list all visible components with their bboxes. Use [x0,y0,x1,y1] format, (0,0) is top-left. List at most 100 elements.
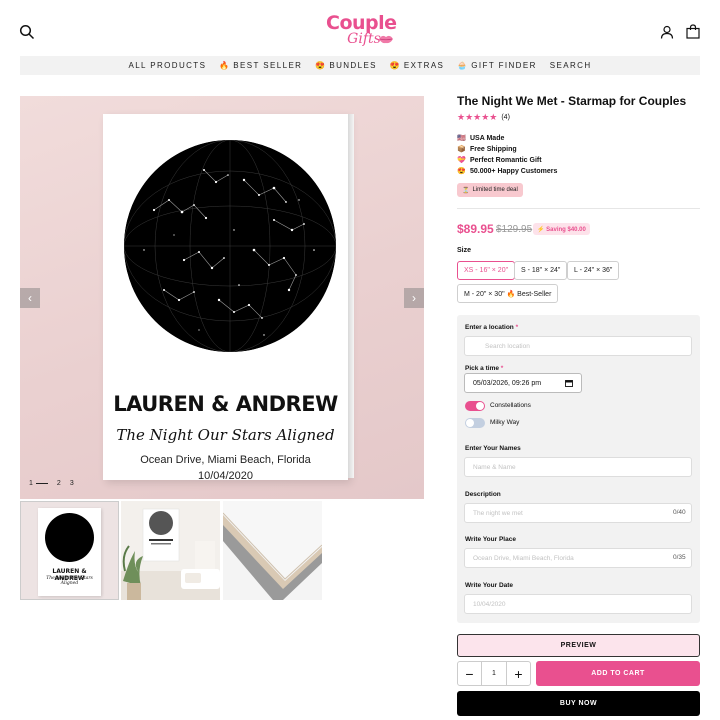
compare-price: $129.95 [496,224,533,235]
gift-heart-icon: 💝 [457,157,466,164]
size-option-l[interactable]: L - 24" × 36" [567,261,620,280]
milky-way-toggle[interactable] [465,418,485,428]
star-map-circle [124,140,336,352]
canvas-edge [348,114,354,478]
sale-price: $89.95 [457,222,494,236]
poster-names: LAUREN & ANDREW [113,392,338,416]
user-icon[interactable] [660,25,674,39]
hourglass-icon: ⏳ [462,187,470,194]
nav-item-extras[interactable]: 😍 EXTRAS [390,61,444,70]
image-pagination: 1 2 3 [29,480,74,487]
toggle-knob [476,402,484,410]
rating-stars-icon: ★★★★★ [457,112,498,122]
limited-deal-badge: ⏳ Limited time deal [457,183,523,197]
nav-item-gift-finder[interactable]: 🧁 GIFT FINDER [457,61,536,70]
feature-label: Free Shipping [470,145,517,153]
place-label: Write Your Place [465,536,516,543]
poster-place: Ocean Drive, Miami Beach, Florida [140,454,311,466]
review-count: (4) [501,113,510,121]
main-nav: ALL PRODUCTS 🔥 BEST SELLER 😍 BUNDLES 😍 E… [20,56,700,75]
quantity-value[interactable]: 1 [481,662,507,685]
page-dot-3[interactable]: 3 [70,480,74,487]
thumbnail-2[interactable] [121,501,220,600]
size-label: Size [457,247,472,254]
calendar-icon[interactable] [565,379,573,387]
thumb-poster-title: The Night Our Stars Aligned [46,576,93,586]
feature-free-shipping: 📦 Free Shipping [457,145,517,154]
heart-eyes-icon: 😍 [389,61,400,70]
nav-label: GIFT FINDER [471,61,537,70]
size-option-m[interactable]: M - 20" × 30" 🔥 Best-Seller [457,284,559,303]
lips-icon [379,35,393,44]
site-logo[interactable]: Couple Gifts [326,12,397,52]
feature-label: USA Made [470,134,505,142]
feature-label: 50.000+ Happy Customers [470,167,558,175]
personalization-form: Enter a location * Pick a time * 05/03/2… [457,315,700,623]
decrease-quantity-button[interactable]: − [458,662,481,685]
deal-label: Limited time deal [472,187,518,193]
size-option-xs[interactable]: XS - 16" × 20" [457,261,516,280]
toggle-knob [466,419,474,427]
location-search-input[interactable] [464,336,692,356]
required-mark: * [500,365,504,372]
page-dot-2[interactable]: 2 [57,480,61,487]
poster-date: 10/04/2020 [197,470,254,482]
feature-happy-customers: 😍 50.000+ Happy Customers [457,167,558,176]
description-label: Description [465,491,501,498]
place-input[interactable] [464,548,692,568]
thumbnail-3[interactable] [223,501,322,600]
fire-icon: 🔥 [219,61,230,70]
site-header: Couple Gifts [0,0,720,56]
cart-icon[interactable] [686,24,700,39]
location-label: Enter a location * [465,324,518,331]
search-icon[interactable] [19,24,35,40]
names-label: Enter Your Names [465,445,521,452]
feature-usa-made: 🇺🇸 USA Made [457,134,505,143]
description-counter: 0/40 [673,509,686,516]
feature-label: Perfect Romantic Gift [470,156,542,164]
product-title: The Night We Met - Starmap for Couples [457,94,687,108]
time-label: Pick a time * [465,365,503,372]
datetime-value: 05/03/2026, 09:26 pm [473,379,542,387]
us-flag-icon: 🇺🇸 [457,135,466,142]
size-option-s[interactable]: S - 18" × 24" [514,261,568,280]
date-input[interactable] [464,594,692,614]
heart-eyes-icon: 😍 [315,61,326,70]
nav-label: EXTRAS [403,61,445,70]
next-image-button[interactable]: › [404,288,424,308]
thumb-starmap [45,513,94,562]
constellations-label: Constellations [490,402,531,409]
nav-item-best-seller[interactable]: 🔥 BEST SELLER [219,61,302,70]
increase-quantity-button[interactable]: + [507,662,530,685]
package-icon: 📦 [457,146,466,153]
saving-badge: ⚡ Saving $40.00 [533,223,590,235]
preview-button[interactable]: PREVIEW [457,634,700,657]
product-main-image[interactable]: LAUREN & ANDREW The Night Our Stars Alig… [20,96,424,499]
milky-way-label: Milky Way [490,419,520,426]
buy-now-button[interactable]: BUY NOW [457,691,700,716]
cupcake-icon: 🧁 [457,61,468,70]
canvas-corner-image [223,501,322,600]
constellations-toggle[interactable] [465,401,485,411]
feature-romantic-gift: 💝 Perfect Romantic Gift [457,156,542,165]
time-label-text: Pick a time [465,365,499,372]
nav-item-search[interactable]: SEARCH [550,61,592,70]
required-mark: * [515,324,519,331]
date-label: Write Your Date [465,582,514,589]
nav-item-all-products[interactable]: ALL PRODUCTS [128,61,206,70]
heart-eyes-icon: 😍 [457,168,466,175]
rating[interactable]: ★★★★★ (4) [457,112,510,122]
description-input[interactable] [464,503,692,523]
add-to-cart-button[interactable]: ADD TO CART [536,661,700,686]
names-input[interactable] [464,457,692,477]
location-label-text: Enter a location [465,324,514,331]
datetime-picker[interactable]: 05/03/2026, 09:26 pm [464,373,582,393]
canvas-poster: LAUREN & ANDREW The Night Our Stars Alig… [103,114,348,482]
poster-title: The Night Our Stars Aligned [116,426,335,444]
prev-image-button[interactable]: ‹ [20,288,40,308]
nav-label: BEST SELLER [233,61,303,70]
thumbnail-1[interactable]: LAUREN & ANDREW The Night Our Stars Alig… [20,501,119,600]
nav-item-bundles[interactable]: 😍 BUNDLES [315,61,377,70]
active-page-indicator [35,483,48,484]
page-dot-1[interactable]: 1 [29,480,33,487]
